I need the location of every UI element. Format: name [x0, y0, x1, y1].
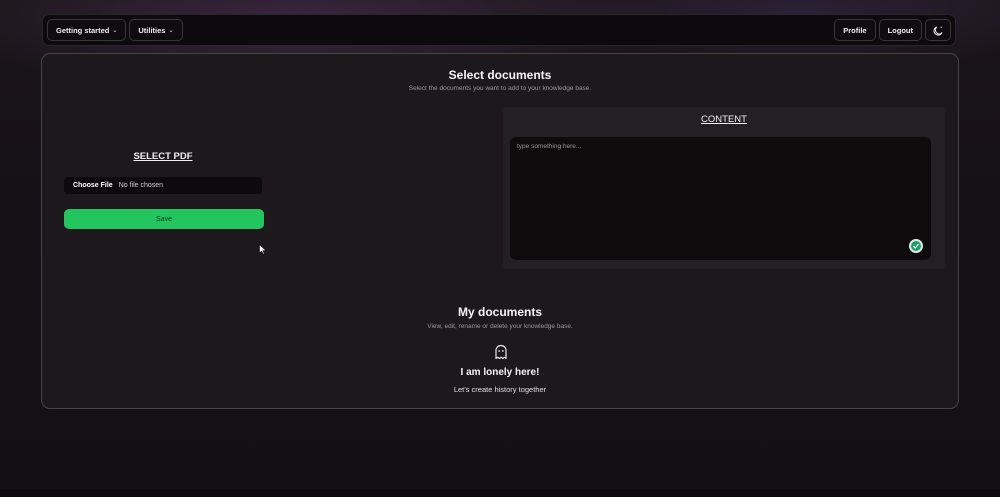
save-button-label: Save [156, 215, 172, 223]
save-button[interactable]: Save [64, 209, 264, 229]
pdf-file-input[interactable]: Choose File No file chosen [64, 177, 262, 194]
getting-started-menu-button[interactable]: Getting started ⌄ [47, 19, 127, 41]
profile-button[interactable]: Profile [834, 19, 876, 41]
logout-label: Logout [887, 25, 913, 35]
getting-started-label: Getting started [56, 25, 110, 35]
ghost-icon [495, 344, 507, 360]
empty-state-subtitle: Let's create history together [453, 385, 547, 394]
empty-state-title: I am lonely here! [460, 367, 540, 378]
mouse-cursor-icon [259, 244, 267, 255]
content-textarea[interactable]: type something here... [510, 137, 931, 260]
choose-file-button[interactable]: Choose File [73, 182, 113, 189]
file-status-text: No file chosen [118, 182, 164, 189]
top-navbar: Getting started ⌄ Utilities ⌄ Profile Lo… [42, 14, 956, 46]
select-documents-title: Select documents [448, 68, 552, 82]
check-icon [913, 243, 919, 249]
moon-icon [933, 26, 942, 36]
content-label: CONTENT [701, 114, 747, 125]
bottom-bar [0, 489, 1000, 497]
utilities-label: Utilities [138, 25, 166, 35]
main-card: Select documents Select the documents yo… [41, 53, 959, 409]
theme-toggle-button[interactable] [925, 19, 951, 41]
utilities-menu-button[interactable]: Utilities ⌄ [129, 19, 183, 41]
chevron-down-icon: ⌄ [168, 27, 174, 34]
content-placeholder: type something here... [517, 143, 582, 150]
select-documents-subtitle: Select the documents you want to add to … [408, 85, 592, 92]
my-documents-title: My documents [457, 305, 542, 319]
profile-label: Profile [843, 25, 867, 35]
select-pdf-label: SELECT PDF [133, 151, 193, 162]
logout-button[interactable]: Logout [878, 19, 922, 41]
my-documents-subtitle: View, edit, rename or delete your knowle… [427, 323, 573, 330]
grammar-assistant-icon[interactable] [909, 239, 923, 253]
chevron-down-icon: ⌄ [112, 27, 118, 34]
content-panel: CONTENT type something here... [503, 107, 945, 269]
